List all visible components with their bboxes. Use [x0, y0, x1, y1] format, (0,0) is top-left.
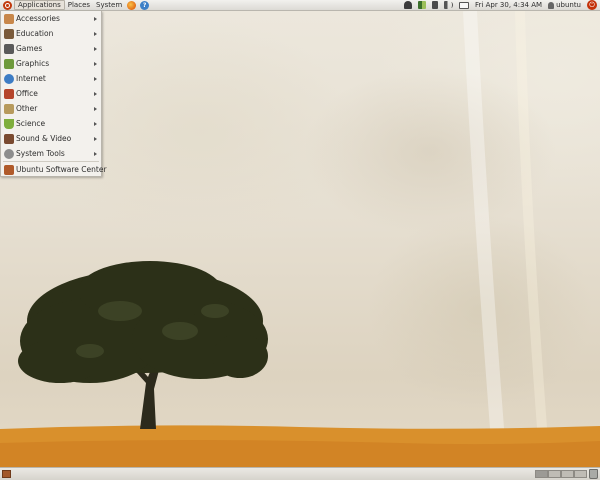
- menu-item-label: Graphics: [16, 59, 50, 68]
- menu-item-label: Games: [16, 44, 43, 53]
- places-menu[interactable]: Places: [65, 0, 93, 10]
- sound-video-icon: [4, 133, 14, 144]
- menu-item-accessories[interactable]: Accessories: [1, 11, 101, 26]
- office-icon: [4, 88, 14, 99]
- menu-item-graphics[interactable]: Graphics: [1, 56, 101, 71]
- menu-item-games[interactable]: Games: [1, 41, 101, 56]
- submenu-arrow-icon: [94, 16, 97, 21]
- volume-icon[interactable]: [444, 1, 454, 9]
- workspace-3[interactable]: [561, 470, 574, 478]
- applications-dropdown: Accessories Education Games Graphics Int…: [0, 11, 107, 177]
- menu-item-other[interactable]: Other: [1, 101, 101, 116]
- firefox-icon[interactable]: [127, 0, 137, 10]
- menu-item-office[interactable]: Office: [1, 86, 101, 101]
- education-icon: [4, 28, 14, 39]
- other-icon: [4, 103, 14, 114]
- menu-item-label: Science: [16, 119, 46, 128]
- mail-icon[interactable]: [459, 1, 470, 9]
- submenu-arrow-icon: [94, 31, 97, 36]
- menu-item-sound-video[interactable]: Sound & Video: [1, 131, 101, 146]
- menu-item-internet[interactable]: Internet: [1, 71, 101, 86]
- workspace-2[interactable]: [548, 470, 561, 478]
- tree-canopy: [18, 261, 268, 383]
- menu-item-label: Internet: [16, 74, 46, 83]
- submenu-arrow-icon: [94, 76, 97, 81]
- menu-item-label: Education: [16, 29, 54, 38]
- menu-item-science[interactable]: Science: [1, 116, 101, 131]
- graphics-icon: [4, 58, 14, 69]
- trash-icon[interactable]: [589, 469, 598, 479]
- system-tools-icon: [4, 148, 14, 159]
- menu-item-education[interactable]: Education: [1, 26, 101, 41]
- software-center-icon: [4, 164, 14, 175]
- user-name-label: ubuntu: [556, 1, 581, 9]
- account-icon[interactable]: [404, 1, 413, 9]
- network-icon[interactable]: [418, 1, 427, 9]
- submenu-arrow-icon: [94, 151, 97, 156]
- system-tray: Fri Apr 30, 4:34 AM ubuntu ⏻: [401, 0, 600, 11]
- user-icon: [548, 1, 555, 9]
- ubuntu-logo-icon[interactable]: [3, 0, 12, 10]
- menu-item-label: Other: [16, 104, 38, 113]
- menu-item-label: Office: [16, 89, 38, 98]
- internet-icon: [4, 73, 14, 84]
- science-icon: [4, 118, 14, 129]
- menu-item-label: Accessories: [16, 14, 60, 23]
- submenu-arrow-icon: [94, 121, 97, 126]
- system-menu[interactable]: System: [93, 0, 125, 10]
- submenu-arrow-icon: [94, 106, 97, 111]
- user-menu[interactable]: ubuntu: [545, 1, 584, 9]
- submenu-arrow-icon: [94, 61, 97, 66]
- battery-icon[interactable]: [432, 1, 439, 9]
- top-panel: Applications Places System ? Fri Apr 30,…: [0, 0, 600, 11]
- power-icon[interactable]: ⏻: [587, 0, 597, 10]
- menu-item-label: Sound & Video: [16, 134, 72, 143]
- menu-item-label: System Tools: [16, 149, 65, 158]
- submenu-arrow-icon: [94, 136, 97, 141]
- applications-menu[interactable]: Applications: [14, 0, 65, 10]
- show-desktop-icon[interactable]: [2, 470, 11, 478]
- accessories-icon: [4, 13, 14, 24]
- bottom-panel: [0, 467, 600, 480]
- workspace-1[interactable]: [535, 470, 548, 478]
- workspace-4[interactable]: [574, 470, 587, 478]
- submenu-arrow-icon: [94, 91, 97, 96]
- submenu-arrow-icon: [94, 46, 97, 51]
- menu-item-system-tools[interactable]: System Tools: [1, 146, 101, 161]
- games-icon: [4, 43, 14, 54]
- clock[interactable]: Fri Apr 30, 4:34 AM: [472, 1, 545, 9]
- menu-item-label: Ubuntu Software Center: [16, 165, 107, 174]
- menu-item-software-center[interactable]: Ubuntu Software Center: [1, 162, 107, 177]
- help-icon[interactable]: ?: [140, 0, 150, 10]
